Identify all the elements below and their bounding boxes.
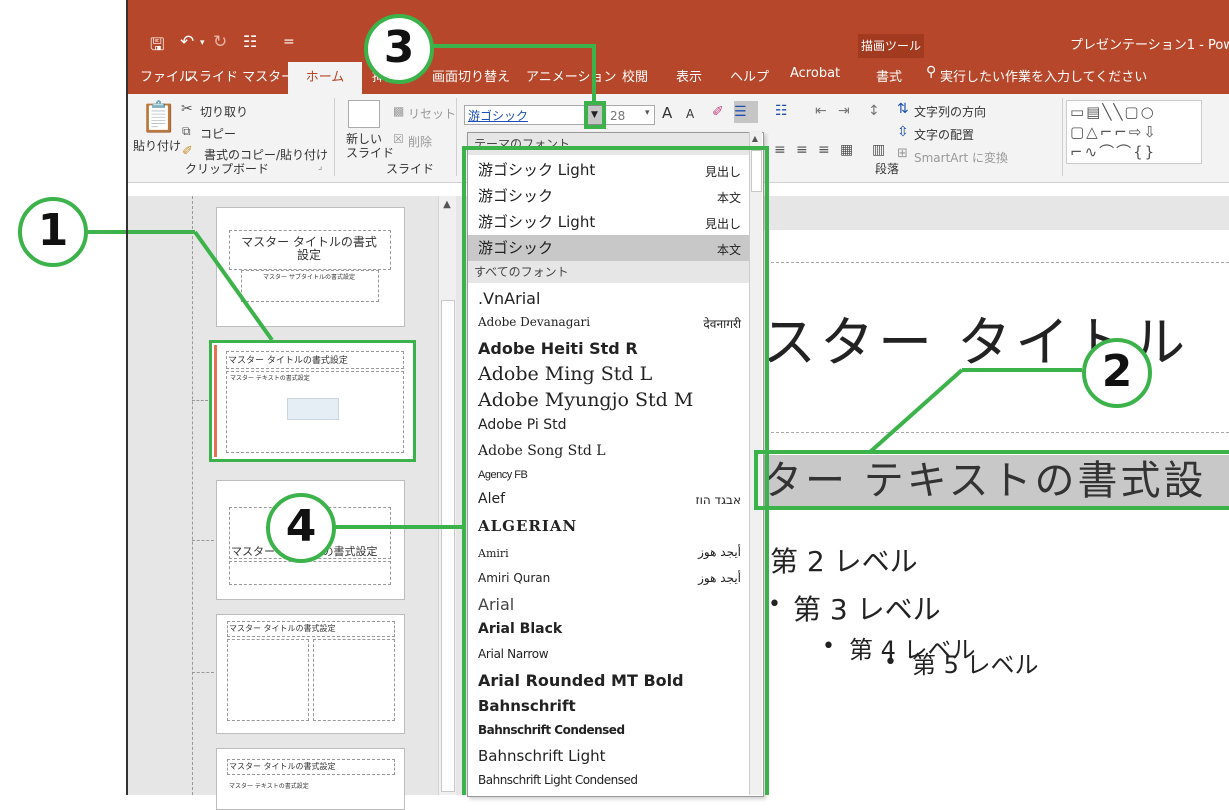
callout-4: 4 <box>266 493 336 563</box>
callout-line <box>193 230 274 342</box>
callout-connectors <box>88 230 1082 529</box>
callout-2: 2 <box>1082 338 1152 408</box>
callout-1: 1 <box>18 197 88 267</box>
window-border <box>126 0 128 795</box>
callout-line <box>868 368 964 454</box>
